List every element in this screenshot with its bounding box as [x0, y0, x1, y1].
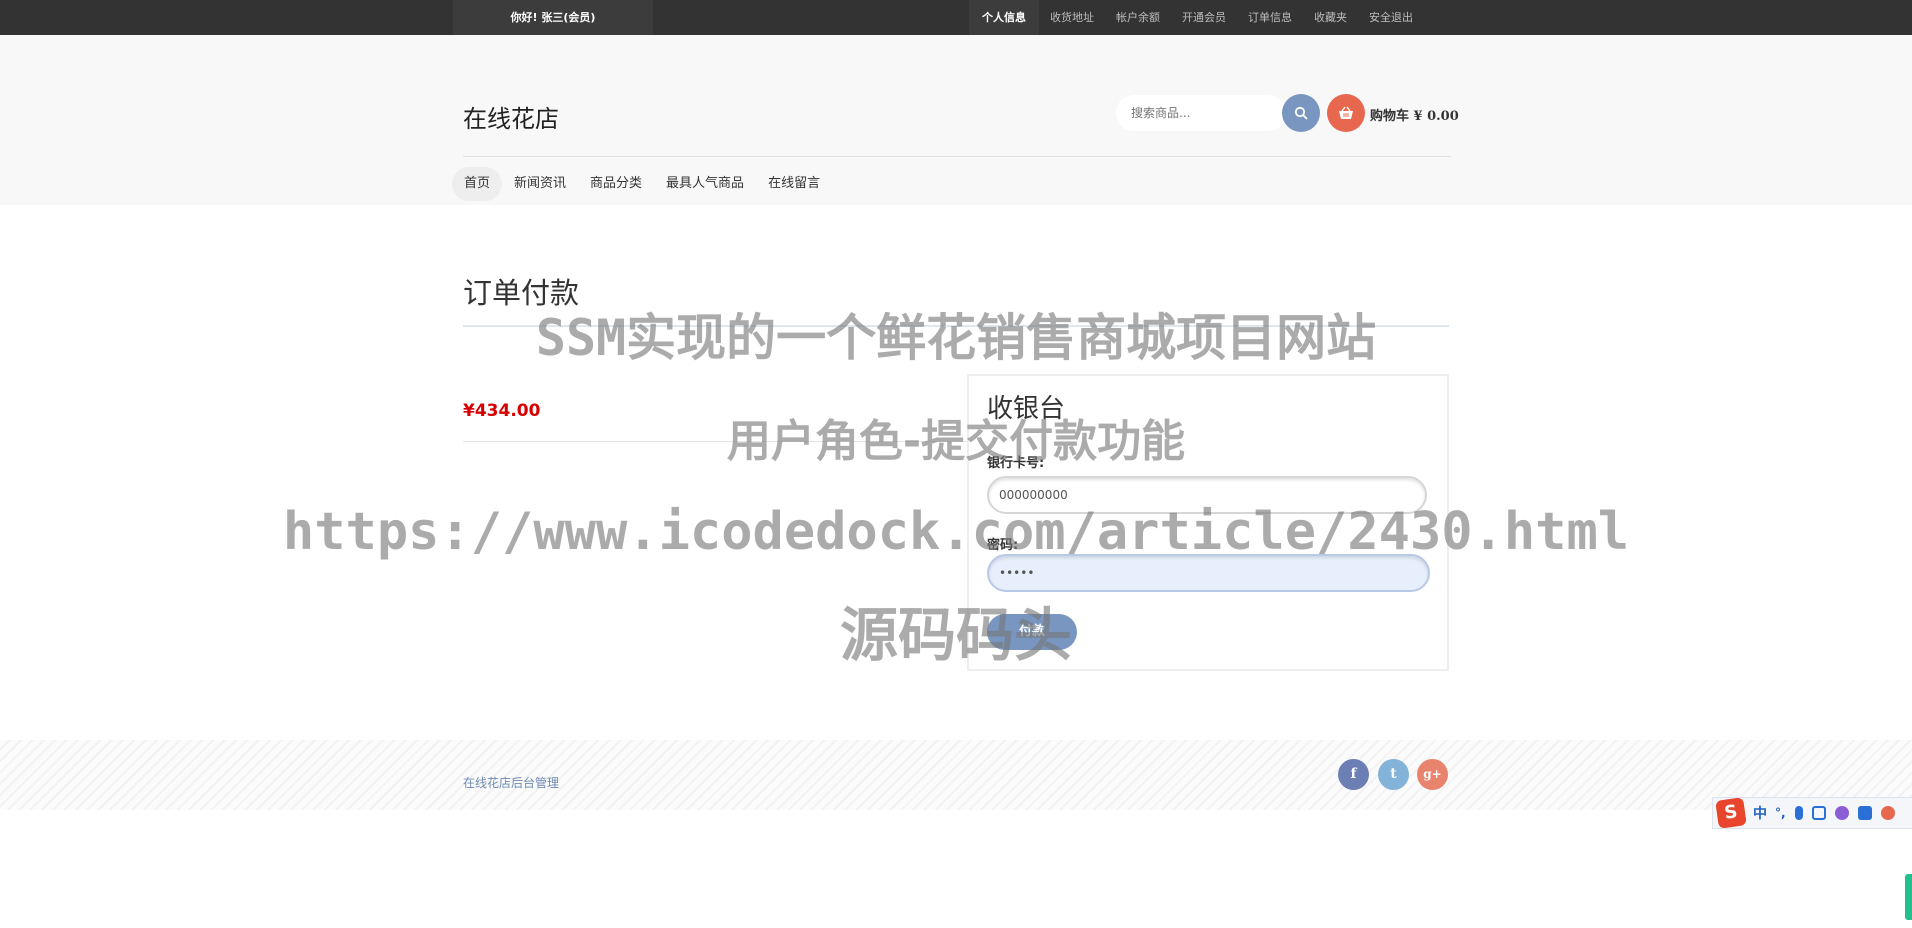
- usernav-orders[interactable]: 订单信息: [1237, 0, 1303, 35]
- usernav-logout[interactable]: 安全退出: [1358, 0, 1424, 35]
- password-label: 密码:: [987, 538, 1019, 553]
- checkout-title: 收银台: [987, 394, 1066, 424]
- site-header: 在线花店 购物车 ¥ 0.00 首页 新闻资讯 商品分类 最具人气商品 在线留言: [0, 35, 1912, 205]
- card-number-label: 银行卡号:: [987, 456, 1045, 471]
- top-bar: 你好! 张三(会员) 个人信息 收货地址 帐户余额 开通会员 订单信息 收藏夹 …: [0, 0, 1912, 35]
- title-divider: [463, 325, 1449, 327]
- watermark-subtitle: 用户角色-提交付款功能: [726, 416, 1186, 467]
- facebook-icon[interactable]: f: [1338, 759, 1369, 790]
- admin-link[interactable]: 在线花店后台管理: [463, 774, 559, 791]
- side-tab[interactable]: [1905, 874, 1912, 920]
- nav-popular[interactable]: 最具人气商品: [654, 167, 756, 201]
- ime-language-toggle[interactable]: 中: [1753, 803, 1767, 823]
- keyboard-icon[interactable]: [1811, 806, 1826, 820]
- password-field[interactable]: •••••: [987, 554, 1430, 592]
- cart-total[interactable]: 购物车 ¥ 0.00: [1370, 105, 1459, 124]
- watermark-url: https://www.icodedock.com/article/2430.h…: [282, 502, 1630, 562]
- nav-categories[interactable]: 商品分类: [578, 167, 654, 201]
- usernav-balance[interactable]: 帐户余额: [1105, 0, 1171, 35]
- main-nav: 首页 新闻资讯 商品分类 最具人气商品 在线留言: [452, 167, 832, 201]
- watermark-title: SSM实现的一个鲜花销售商城项目网站: [535, 309, 1377, 367]
- user-greeting: 你好! 张三(会员): [453, 0, 653, 35]
- watermark-brand: 源码码头: [839, 601, 1072, 669]
- search-input[interactable]: [1116, 95, 1266, 131]
- search-box: [1116, 95, 1286, 131]
- skin-icon[interactable]: [1834, 806, 1849, 820]
- cart-button[interactable]: [1327, 94, 1365, 132]
- card-number-field[interactable]: 000000000: [987, 476, 1427, 514]
- search-button[interactable]: [1282, 94, 1320, 132]
- site-footer: [0, 740, 1912, 810]
- ime-toolbar: S 中 °,: [1712, 797, 1912, 829]
- pay-button[interactable]: 付款: [987, 614, 1077, 650]
- usernav-address[interactable]: 收货地址: [1039, 0, 1105, 35]
- google-plus-icon[interactable]: g+: [1417, 759, 1448, 790]
- usernav-favorites[interactable]: 收藏夹: [1303, 0, 1358, 35]
- site-logo[interactable]: 在线花店: [463, 99, 559, 134]
- basket-icon: [1339, 106, 1353, 119]
- user-nav: 个人信息 收货地址 帐户余额 开通会员 订单信息 收藏夹 安全退出: [969, 0, 1424, 35]
- twitter-icon[interactable]: t: [1378, 759, 1409, 790]
- microphone-icon[interactable]: [1794, 806, 1803, 820]
- usernav-membership[interactable]: 开通会员: [1171, 0, 1237, 35]
- ime-punctuation-toggle[interactable]: °,: [1775, 806, 1786, 820]
- nav-news[interactable]: 新闻资讯: [502, 167, 578, 201]
- ime-logo-icon[interactable]: S: [1715, 797, 1747, 829]
- nav-home[interactable]: 首页: [452, 167, 503, 201]
- header-divider: [463, 156, 1451, 157]
- order-price: ¥434.00: [463, 401, 541, 421]
- page-title: 订单付款: [463, 276, 580, 310]
- ime-more-icon[interactable]: [1880, 806, 1895, 820]
- toolbox-icon[interactable]: [1857, 806, 1872, 820]
- search-icon: [1294, 106, 1308, 120]
- price-divider: [463, 441, 968, 442]
- nav-guestbook[interactable]: 在线留言: [756, 167, 832, 201]
- usernav-profile[interactable]: 个人信息: [969, 0, 1039, 35]
